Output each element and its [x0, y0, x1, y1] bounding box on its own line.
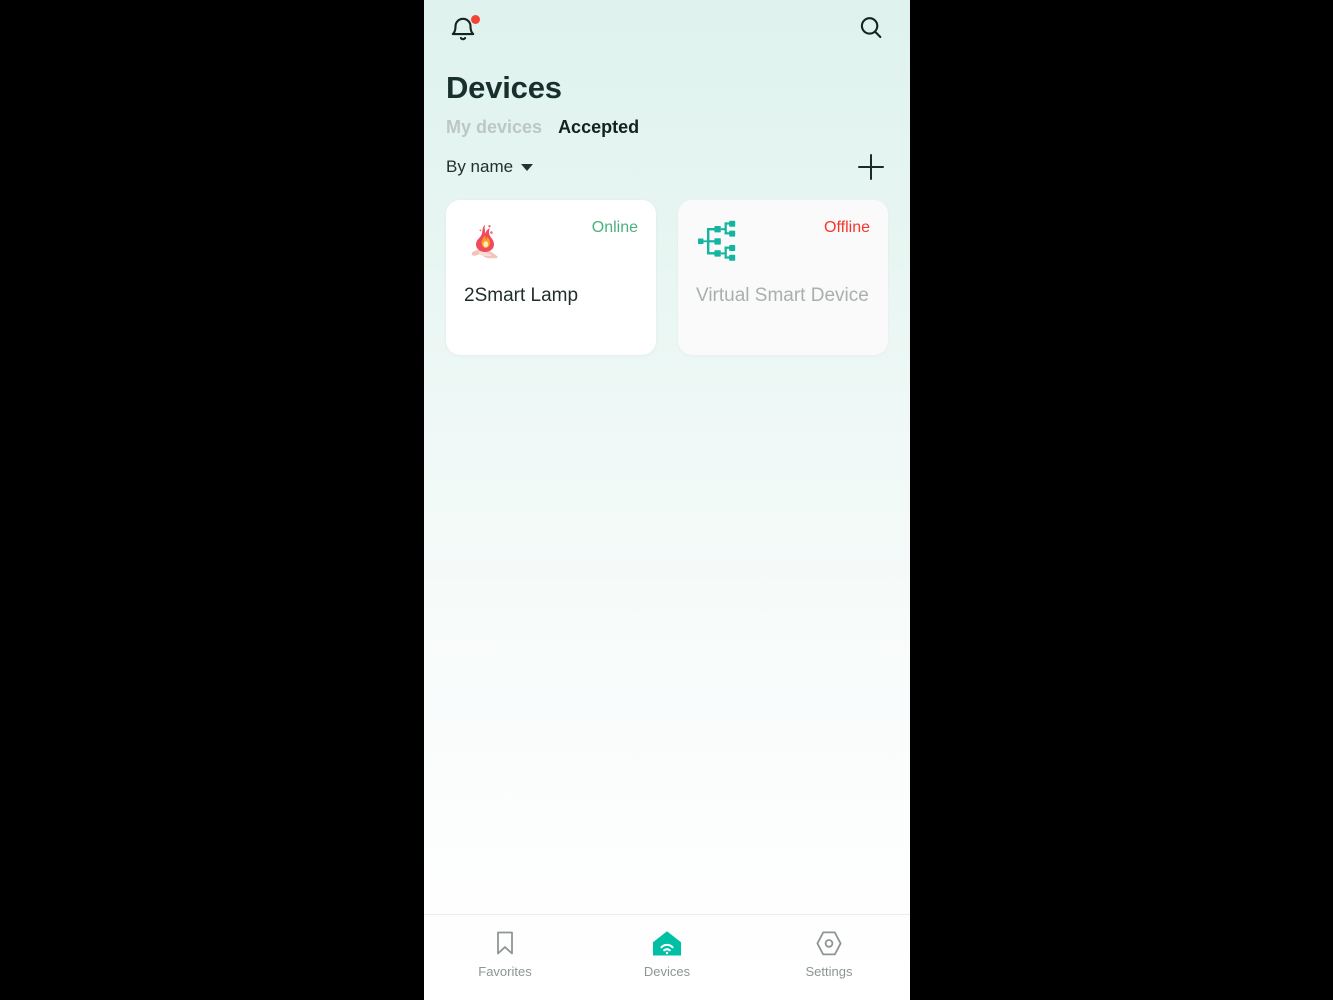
- sort-dropdown-label: By name: [446, 157, 514, 176]
- notifications-button[interactable]: [446, 13, 480, 47]
- home-wifi-icon: [652, 929, 682, 957]
- page-title: Devices: [446, 70, 562, 105]
- nav-label-favorites: Favorites: [478, 964, 532, 979]
- device-grid: Online 2Smart Lamp Offline Virtual Smart…: [424, 184, 910, 355]
- nav-label-settings: Settings: [805, 964, 853, 979]
- tab-my-devices[interactable]: My devices: [446, 114, 542, 140]
- tab-bar: My devices Accepted: [424, 108, 910, 140]
- add-device-button[interactable]: [854, 150, 888, 184]
- bell-icon: [448, 15, 480, 45]
- device-status-badge: Offline: [824, 219, 870, 236]
- sitemap-icon: [696, 218, 738, 264]
- tab-accepted[interactable]: Accepted: [558, 114, 639, 140]
- nav-item-favorites[interactable]: Favorites: [424, 929, 586, 980]
- bookmark-icon: [493, 929, 517, 957]
- flame-in-hand-icon: [464, 218, 506, 264]
- device-card-virtual-smart-device[interactable]: Offline Virtual Smart Device: [678, 200, 888, 355]
- nav-item-settings[interactable]: Settings: [748, 929, 910, 980]
- search-icon: [857, 14, 885, 47]
- device-card-header: Offline: [696, 218, 870, 270]
- nav-label-devices: Devices: [643, 964, 691, 979]
- sort-dropdown[interactable]: By name: [446, 156, 534, 178]
- screenshot-canvas: Devices My devices Accepted By name Onli…: [0, 0, 1333, 1000]
- bottom-navigation-bar: Favorites Devices Settings: [424, 914, 910, 1000]
- notification-badge-dot: [471, 15, 480, 24]
- sort-and-add-row: By name: [424, 140, 910, 184]
- top-app-bar: [424, 0, 910, 60]
- device-card-2smart-lamp[interactable]: Online 2Smart Lamp: [446, 200, 656, 355]
- search-button[interactable]: [854, 13, 888, 47]
- chevron-down-icon: [521, 163, 534, 171]
- device-name: Virtual Smart Device: [696, 285, 869, 306]
- device-status-badge: Online: [591, 219, 638, 236]
- hex-nut-icon: [815, 929, 843, 957]
- device-card-header: Online: [464, 218, 638, 270]
- device-name: 2Smart Lamp: [464, 285, 579, 306]
- phone-viewport: Devices My devices Accepted By name Onli…: [424, 0, 910, 1000]
- nav-item-devices[interactable]: Devices: [586, 929, 748, 980]
